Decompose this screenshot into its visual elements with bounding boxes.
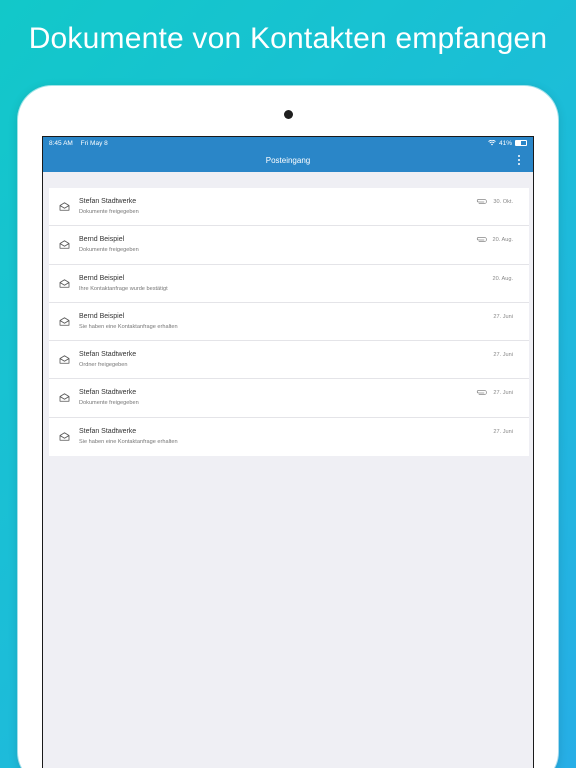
message-subject: Dokumente freigegeben <box>79 209 139 215</box>
envelope-open-icon <box>59 202 70 211</box>
sender-name: Stefan Stadtwerke <box>79 198 137 205</box>
inbox-list: Stefan Stadtwerke Dokumente freigegeben … <box>49 188 529 457</box>
inbox-row[interactable]: Stefan Stadtwerke Sie haben eine Kontakt… <box>49 418 529 456</box>
message-subject: Dokumente freigegeben <box>79 400 139 407</box>
inbox-row[interactable]: Stefan Stadtwerke Dokumente freigegeben … <box>49 188 529 227</box>
message-date: 20. Aug. <box>492 237 513 244</box>
status-time: 8:45 AM <box>49 139 73 147</box>
message-subject: Sie haben eine Kontaktanfrage erhalten <box>79 323 178 330</box>
message-date: 27. Juni <box>493 352 513 359</box>
sender-name: Stefan Stadtwerke <box>79 389 137 397</box>
inbox-row[interactable]: Stefan Stadtwerke Ordner freigegeben 27.… <box>49 341 529 380</box>
message-date: 27. Juni <box>493 428 513 435</box>
inbox-row[interactable]: Stefan Stadtwerke Dokumente freigegeben … <box>49 379 529 418</box>
envelope-open-icon <box>59 240 70 249</box>
message-date: 27. Juni <box>493 390 513 397</box>
inbox-row[interactable]: Bernd Beispiel Dokumente freigegeben 20.… <box>49 226 529 265</box>
wifi-icon <box>488 140 496 146</box>
sender-name: Bernd Beispiel <box>79 236 125 244</box>
message-subject: Sie haben eine Kontaktanfrage erhalten <box>79 438 178 445</box>
attachment-icon <box>476 390 487 396</box>
navigation-bar: Posteingang <box>43 149 533 172</box>
status-date: Fri May 8 <box>80 139 108 147</box>
app-screen: 8:45 AM Fri May 8 41% Posteingang Stefan… <box>42 136 534 768</box>
more-vertical-icon[interactable] <box>515 154 523 166</box>
inbox-row[interactable]: Bernd Beispiel Sie haben eine Kontaktanf… <box>49 303 529 342</box>
attachment-icon <box>476 237 487 243</box>
battery-icon <box>515 140 527 146</box>
message-date: 27. Juni <box>493 313 513 320</box>
envelope-open-icon <box>59 278 70 288</box>
sender-name: Bernd Beispiel <box>79 312 125 320</box>
page-title: Posteingang <box>265 156 311 165</box>
message-date: 30. Okt. <box>493 199 513 205</box>
message-date: 20. Aug. <box>492 275 513 282</box>
message-subject: Ihre Kontaktanfrage wurde bestätigt <box>79 285 168 292</box>
status-bar: 8:45 AM Fri May 8 41% <box>43 137 533 149</box>
message-subject: Ordner freigegeben <box>79 362 128 369</box>
envelope-open-icon <box>59 432 70 441</box>
attachment-icon <box>476 199 487 204</box>
battery-percent: 41% <box>498 139 512 147</box>
envelope-open-icon <box>59 355 70 364</box>
sender-name: Bernd Beispiel <box>79 274 125 282</box>
message-subject: Dokumente freigegeben <box>79 247 139 254</box>
sender-name: Stefan Stadtwerke <box>79 427 137 435</box>
inbox-row[interactable]: Bernd Beispiel Ihre Kontaktanfrage wurde… <box>49 265 529 303</box>
envelope-open-icon <box>59 317 70 326</box>
promo-headline: Dokumente von Kontakten empfangen <box>28 22 548 55</box>
sender-name: Stefan Stadtwerke <box>79 351 137 359</box>
camera-dot <box>284 110 293 119</box>
envelope-open-icon <box>59 393 70 403</box>
